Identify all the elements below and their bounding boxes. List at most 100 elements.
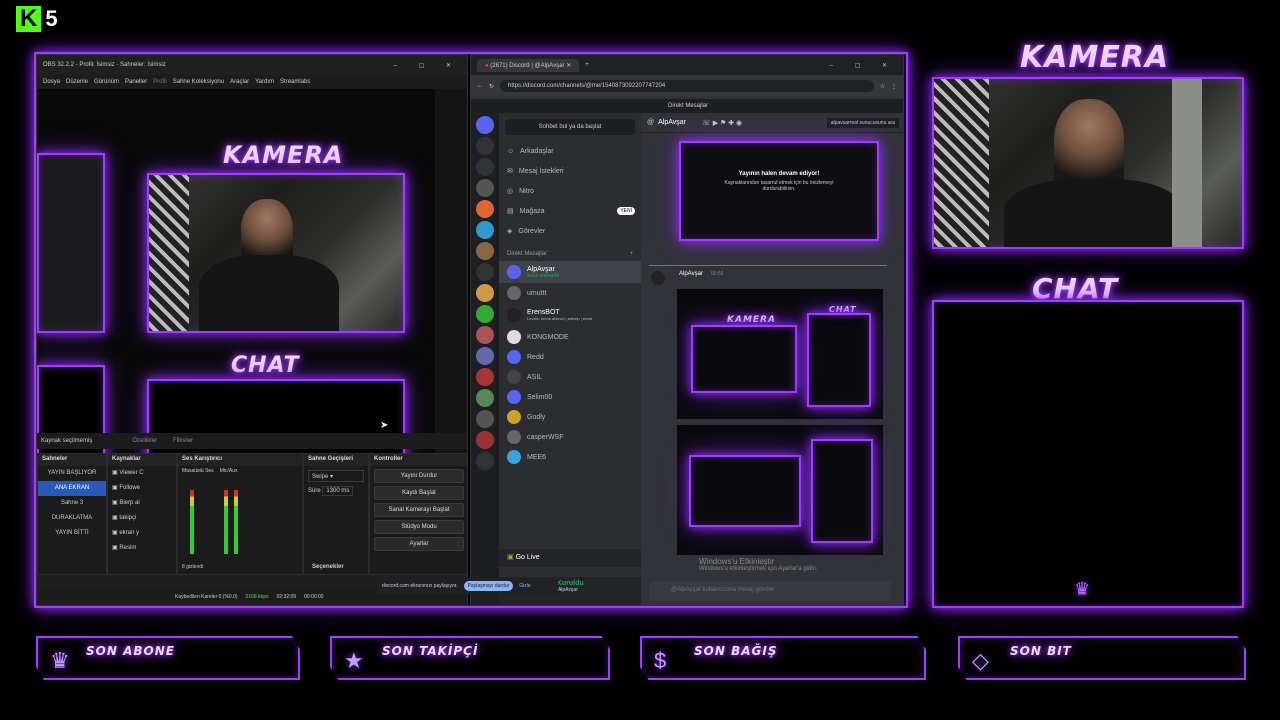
menu-dosya[interactable]: Dosya xyxy=(43,79,60,85)
dm-item[interactable]: ErensBOT Levels: erens.ai/level | adhelp … xyxy=(499,303,641,327)
dm-item[interactable]: MEE6 xyxy=(499,447,641,467)
dm-item-active[interactable]: AlpAvşar Sesli aramada xyxy=(499,261,641,283)
source-item[interactable]: ▣ ekran y xyxy=(108,526,176,541)
menu-paneller[interactable]: Paneller xyxy=(125,79,147,85)
add-server-icon[interactable] xyxy=(476,452,494,470)
menu-profil[interactable]: Profil xyxy=(153,79,167,85)
server-icon[interactable] xyxy=(476,284,494,302)
dm-item[interactable]: umuttt xyxy=(499,283,641,303)
dm-search[interactable]: Sohbet bul ya da başlat xyxy=(505,119,635,135)
dm-item[interactable]: Selim00 xyxy=(499,387,641,407)
menu-yardim[interactable]: Yardım xyxy=(255,79,274,85)
mixer-hidden[interactable]: 8 gizlendi xyxy=(182,564,203,570)
reload-icon[interactable]: ↻ xyxy=(489,83,494,90)
nav-requests[interactable]: ✉ Mesaj İstekleri xyxy=(499,161,641,181)
transition-options[interactable]: Seçenekler xyxy=(312,564,344,570)
menu-duzenle[interactable]: Düzenle xyxy=(66,79,88,85)
start-record-button[interactable]: Kaydı Başlat xyxy=(374,486,464,500)
scene-item[interactable]: YAYIN BAŞLIYOR xyxy=(38,466,106,481)
message-image-2[interactable] xyxy=(677,425,883,555)
server-icon[interactable] xyxy=(476,431,494,449)
studio-mode-button[interactable]: Stüdyo Modu xyxy=(374,520,464,534)
window-controls-icon[interactable]: – ▢ ✕ xyxy=(830,62,897,69)
obs-preview[interactable]: KAMERA CHAT xyxy=(37,89,435,471)
nav-friends[interactable]: ☺ Arkadaşlar xyxy=(499,141,641,161)
scene-item-active[interactable]: ANA EKRAN xyxy=(38,481,106,496)
server-icon[interactable] xyxy=(476,263,494,281)
server-icon[interactable] xyxy=(476,221,494,239)
dm-item[interactable]: casperWSF xyxy=(499,427,641,447)
server-icon[interactable] xyxy=(476,347,494,365)
nav-nitro[interactable]: ◎ Nitro xyxy=(499,181,641,201)
properties-button[interactable]: Özellikler xyxy=(132,438,157,444)
nav-shop[interactable]: ▤ Mağaza YENİ xyxy=(499,201,641,221)
discord-home-icon[interactable] xyxy=(476,116,494,134)
scene-item[interactable]: DURAKLATMA xyxy=(38,511,106,526)
source-item[interactable]: ▣ Viewer C xyxy=(108,466,176,481)
source-item[interactable]: ▣ takipçi xyxy=(108,511,176,526)
controls-header: Kontroller xyxy=(370,454,467,466)
window-controls-icon[interactable]: – ▢ ✕ xyxy=(394,62,461,69)
dm-item[interactable]: KONGMODE xyxy=(499,327,641,347)
stream-preview[interactable]: Yayının halen devam ediyor! Kaynaklarınd… xyxy=(679,141,879,241)
stream-sub: Kaynaklarından tasarruf etmek için bu ön… xyxy=(724,180,834,192)
golive-bar[interactable]: ▣ Go Live xyxy=(499,549,641,567)
message-input[interactable]: @AlpAvşar kullanıcısına mesaj gönder xyxy=(649,581,891,601)
menu-icon[interactable]: ⋮ xyxy=(891,83,897,90)
avatar xyxy=(507,350,521,364)
volume-meter xyxy=(234,490,238,554)
source-item[interactable]: ▣ Followe xyxy=(108,481,176,496)
stop-share-button[interactable]: Paylaşmayı durdur xyxy=(463,581,514,591)
duration-value[interactable]: 1300 ms xyxy=(322,486,354,496)
browser-tab[interactable]: ● (2671) Discord | @AlpAvşar ✕ xyxy=(477,58,580,72)
scene-item[interactable]: YAYIN BİTTİ xyxy=(38,526,106,541)
bookmark-icon[interactable]: ☆ xyxy=(880,83,885,90)
dm-name: casperWSF xyxy=(527,433,564,441)
new-badge: YENİ xyxy=(617,207,635,215)
server-icon[interactable] xyxy=(476,389,494,407)
server-icon[interactable] xyxy=(476,179,494,197)
dm-sub: Sesli aramada xyxy=(527,272,559,279)
message-image-1[interactable]: KAMERA CHAT xyxy=(677,289,883,419)
back-icon[interactable]: ← xyxy=(477,83,483,89)
menu-araclar[interactable]: Araçlar xyxy=(230,79,249,85)
shop-icon: ▤ xyxy=(507,208,514,215)
server-icon[interactable] xyxy=(476,326,494,344)
server-icon[interactable] xyxy=(476,410,494,428)
sources-dock: Kaynaklar ▣ Viewer C ▣ Followe ▣ Bierp a… xyxy=(107,453,177,575)
virtual-cam-button[interactable]: Sanal Kamerayı Başlat xyxy=(374,503,464,517)
new-tab-icon[interactable]: + xyxy=(585,62,589,68)
chat-header-actions-icon[interactable]: ☏ ▶ ⚑ ✚ ◉ xyxy=(702,119,742,127)
menu-gorunum[interactable]: Görünüm xyxy=(94,79,119,85)
menu-streamlabs[interactable]: Streamlabs xyxy=(280,79,310,85)
dm-sidebar: Sohbet bul ya da başlat ☺ Arkadaşlar ✉ Mes… xyxy=(499,113,641,605)
server-icon[interactable] xyxy=(476,368,494,386)
server-icon[interactable] xyxy=(476,137,494,155)
server-icon[interactable] xyxy=(476,305,494,323)
address-bar[interactable]: https://discord.com/channels/@me/1540873… xyxy=(500,80,874,92)
add-dm-icon[interactable]: + xyxy=(629,251,633,257)
settings-button[interactable]: Ayarlar xyxy=(374,537,464,551)
crown-icon: ♛ xyxy=(1074,579,1091,599)
server-icon[interactable] xyxy=(476,242,494,260)
stop-stream-button[interactable]: Yayını Durdur xyxy=(374,469,464,483)
obs-scrollbar[interactable] xyxy=(435,89,467,471)
source-item[interactable]: ▣ Bierp al xyxy=(108,496,176,511)
source-item[interactable]: ▣ Resim xyxy=(108,541,176,556)
bottom-box-takipci: ★ SON TAKİPÇİ xyxy=(330,636,610,680)
discord-tab-icon: ● xyxy=(485,62,489,69)
transition-select[interactable]: Swipe ▾ xyxy=(308,470,364,482)
menu-sahne[interactable]: Sahne Koleksiyonu xyxy=(173,79,224,85)
dm-item[interactable]: ASIL xyxy=(499,367,641,387)
dm-item[interactable]: Redd xyxy=(499,347,641,367)
scene-item[interactable]: Sahne 3 xyxy=(38,496,106,511)
dm-item[interactable]: Godly xyxy=(499,407,641,427)
dm-header-label: Direkt Mesajlar xyxy=(507,251,548,257)
nav-quests[interactable]: ◈ Görevler xyxy=(499,221,641,241)
server-icon[interactable] xyxy=(476,200,494,218)
sources-header: Kaynaklar xyxy=(108,454,176,466)
server-icon[interactable] xyxy=(476,158,494,176)
channel-search[interactable]: alpavsarreal sunucusunu ara xyxy=(826,117,899,128)
filters-button[interactable]: Filtreler xyxy=(173,438,193,444)
hide-button[interactable]: Gizle xyxy=(519,583,530,589)
